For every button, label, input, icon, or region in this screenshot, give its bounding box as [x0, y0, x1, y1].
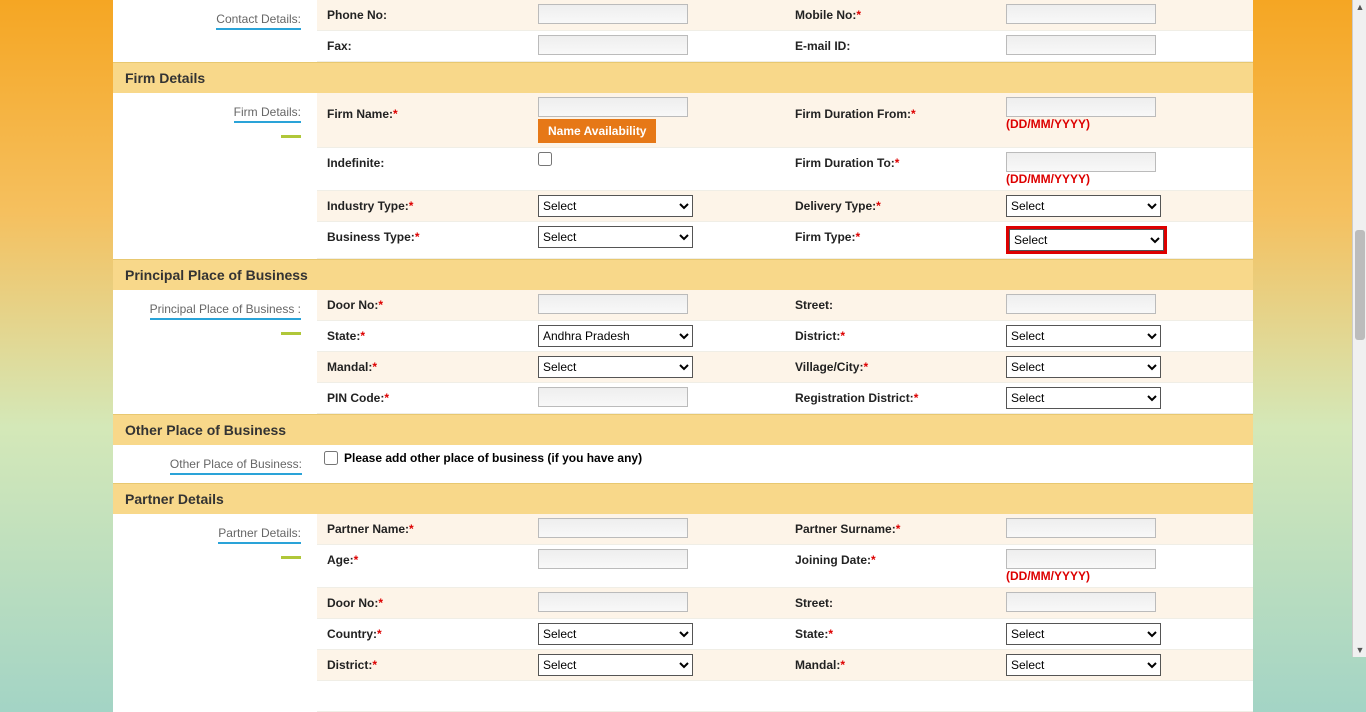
opb-checkbox[interactable] — [324, 451, 338, 465]
ppb-section: Principal Place of Business : Door No:* … — [113, 290, 1253, 414]
partner-street-input[interactable] — [1006, 592, 1156, 612]
scroll-down-arrow[interactable]: ▼ — [1355, 645, 1365, 655]
partner-name-input[interactable] — [538, 518, 688, 538]
page-scrollbar[interactable]: ▲ ▼ — [1352, 0, 1366, 657]
ppb-pin-input[interactable] — [538, 387, 688, 407]
partner-district-select[interactable]: Select — [538, 654, 693, 676]
mobile-label: Mobile No:* — [785, 0, 1000, 30]
partner-age-input[interactable] — [538, 549, 688, 569]
partner-state-label: State:* — [785, 619, 1000, 649]
ppb-state-label: State:* — [317, 321, 532, 351]
scroll-up-arrow[interactable]: ▲ — [1355, 2, 1365, 12]
mobile-input[interactable] — [1006, 4, 1156, 24]
duration-from-label: Firm Duration From:* — [785, 93, 1000, 129]
indefinite-label: Indefinite: — [317, 148, 532, 190]
opb-header: Other Place of Business — [113, 414, 1253, 445]
partner-door-label: Door No:* — [317, 588, 532, 618]
fax-label: Fax: — [317, 31, 532, 61]
ppb-mandal-label: Mandal:* — [317, 352, 532, 382]
duration-to-input[interactable] — [1006, 152, 1156, 172]
fax-input[interactable] — [538, 35, 688, 55]
industry-label: Industry Type:* — [317, 191, 532, 221]
firm-name-label: Firm Name:* — [317, 93, 532, 129]
ppb-door-label: Door No:* — [317, 290, 532, 320]
ppb-state-select[interactable]: Andhra Pradesh — [538, 325, 693, 347]
phone-input[interactable] — [538, 4, 688, 24]
partner-surname-input[interactable] — [1006, 518, 1156, 538]
business-label: Business Type:* — [317, 222, 532, 258]
partner-name-label: Partner Name:* — [317, 514, 532, 544]
partner-age-label: Age:* — [317, 545, 532, 587]
firm-section: Firm Details: Firm Name:* Name Availabil… — [113, 93, 1253, 259]
partner-door-input[interactable] — [538, 592, 688, 612]
partner-mandal-select[interactable]: Select — [1006, 654, 1161, 676]
partner-date-hint: (DD/MM/YYYY) — [1006, 569, 1090, 583]
business-select[interactable]: Select — [538, 226, 693, 248]
partner-sublabel: Partner Details: — [218, 526, 301, 544]
date-hint-to: (DD/MM/YYYY) — [1006, 172, 1090, 186]
form-container: Contact Details: Phone No: Mobile No:* F… — [113, 0, 1253, 712]
firm-sublabel: Firm Details: — [234, 105, 301, 123]
industry-select[interactable]: Select — [538, 195, 693, 217]
partner-country-label: Country:* — [317, 619, 532, 649]
date-hint-from: (DD/MM/YYYY) — [1006, 117, 1090, 131]
partner-mandal-label: Mandal:* — [785, 650, 1000, 680]
ppb-sublabel: Principal Place of Business : — [150, 302, 301, 320]
name-availability-button[interactable]: Name Availability — [538, 119, 656, 143]
partner-state-select[interactable]: Select — [1006, 623, 1161, 645]
partner-joining-label: Joining Date:* — [785, 545, 1000, 587]
partner-section: Partner Details: Partner Name:* Partner … — [113, 514, 1253, 712]
partner-district-label: District:* — [317, 650, 532, 680]
ppb-village-select[interactable]: Select — [1006, 356, 1161, 378]
ppb-street-label: Street: — [785, 290, 1000, 320]
ppb-village-label: Village/City:* — [785, 352, 1000, 382]
scroll-thumb[interactable] — [1355, 230, 1365, 340]
partner-street-label: Street: — [785, 588, 1000, 618]
indefinite-checkbox[interactable] — [538, 152, 552, 166]
firm-type-select[interactable]: Select — [1009, 229, 1164, 251]
ppb-regdist-label: Registration District:* — [785, 383, 1000, 413]
ppb-pin-label: PIN Code:* — [317, 383, 532, 413]
firm-type-highlight: Select — [1006, 226, 1167, 254]
partner-header: Partner Details — [113, 483, 1253, 514]
delivery-select[interactable]: Select — [1006, 195, 1161, 217]
partner-joining-input[interactable] — [1006, 549, 1156, 569]
firm-name-input[interactable] — [538, 97, 688, 117]
ppb-district-select[interactable]: Select — [1006, 325, 1161, 347]
duration-to-label: Firm Duration To:* — [785, 148, 1000, 190]
ppb-district-label: District:* — [785, 321, 1000, 351]
partner-country-select[interactable]: Select — [538, 623, 693, 645]
firm-type-label: Firm Type:* — [785, 222, 1000, 258]
duration-from-input[interactable] — [1006, 97, 1156, 117]
delivery-label: Delivery Type:* — [785, 191, 1000, 221]
firm-header: Firm Details — [113, 62, 1253, 93]
ppb-street-input[interactable] — [1006, 294, 1156, 314]
email-input[interactable] — [1006, 35, 1156, 55]
opb-sublabel: Other Place of Business: — [170, 457, 302, 475]
ppb-door-input[interactable] — [538, 294, 688, 314]
opb-checkbox-label: Please add other place of business (if y… — [344, 451, 642, 465]
ppb-regdist-select[interactable]: Select — [1006, 387, 1161, 409]
phone-label: Phone No: — [317, 0, 532, 30]
opb-section: Other Place of Business: Please add othe… — [113, 445, 1253, 483]
ppb-mandal-select[interactable]: Select — [538, 356, 693, 378]
contact-section: Contact Details: Phone No: Mobile No:* F… — [113, 0, 1253, 62]
ppb-header: Principal Place of Business — [113, 259, 1253, 290]
email-label: E-mail ID: — [785, 31, 1000, 61]
partner-surname-label: Partner Surname:* — [785, 514, 1000, 544]
contact-sublabel: Contact Details: — [216, 12, 301, 30]
